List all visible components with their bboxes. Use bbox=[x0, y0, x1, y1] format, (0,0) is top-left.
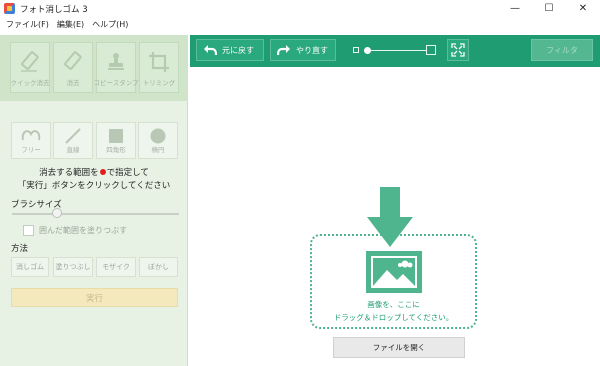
quick-erase-icon bbox=[21, 51, 39, 72]
window-title: フォト消しゴム 3 bbox=[20, 4, 88, 15]
redo-icon bbox=[277, 45, 290, 56]
instruction-text-before: 消去する範囲を bbox=[39, 168, 99, 178]
drop-text-line-1: 画像を、ここに bbox=[367, 300, 420, 309]
filter-button[interactable]: フィルタ bbox=[531, 39, 593, 61]
open-file-button[interactable]: ファイルを開く bbox=[333, 337, 465, 358]
drop-text-line-2: ドラッグ＆ドロップしてください。 bbox=[333, 313, 454, 322]
tool-label-copy-stamp: コピースタンプ bbox=[93, 79, 139, 87]
shape-line-button[interactable]: 直線 bbox=[53, 122, 93, 159]
tool-label-erase: 消去 bbox=[66, 79, 80, 87]
ellipse-icon bbox=[150, 128, 166, 144]
shape-rectangle-button[interactable]: 四角形 bbox=[96, 122, 136, 159]
shape-label-rectangle: 四角形 bbox=[106, 146, 126, 154]
undo-button[interactable]: 元に戻す bbox=[196, 39, 264, 61]
redo-button[interactable]: やり直す bbox=[270, 39, 336, 61]
menu-bar: ファイル(F) 編集(E) ヘルプ(H) bbox=[0, 17, 600, 32]
freehand-icon bbox=[21, 130, 41, 141]
instruction-line-1: 消去する範囲を で指定して bbox=[0, 166, 188, 178]
shape-label-ellipse: 楕円 bbox=[151, 146, 165, 154]
window-controls: — ☐ ✕ bbox=[498, 0, 600, 17]
red-dot-icon bbox=[99, 169, 106, 175]
method-eraser-button[interactable]: 消しゴム bbox=[11, 257, 49, 277]
shape-label-line: 直線 bbox=[66, 146, 80, 154]
eraser-icon bbox=[64, 51, 82, 70]
copy-stamp-button[interactable]: コピースタンプ bbox=[93, 42, 139, 93]
brush-size-slider-thumb[interactable] bbox=[52, 208, 63, 218]
rectangle-icon bbox=[109, 129, 123, 143]
erase-button[interactable]: 消去 bbox=[53, 42, 93, 93]
zoom-in-icon bbox=[426, 45, 436, 55]
shape-label-free: フリー bbox=[21, 146, 41, 154]
shape-free-button[interactable]: フリー bbox=[11, 122, 51, 159]
method-label: 方法 bbox=[11, 244, 29, 254]
line-icon bbox=[65, 128, 81, 144]
tool-label-trimming: トリミング bbox=[142, 79, 176, 87]
method-blur-button[interactable]: ぼかし bbox=[139, 257, 178, 277]
fit-screen-button[interactable] bbox=[447, 39, 469, 61]
fill-enclosed-checkbox[interactable] bbox=[23, 225, 34, 236]
menu-file[interactable]: ファイル(F) bbox=[6, 19, 49, 30]
fill-enclosed-label: 囲んだ範囲を塗りつぶす bbox=[39, 226, 128, 235]
brush-size-slider[interactable] bbox=[12, 213, 179, 215]
instruction-line-2: 「実行」ボタンをクリックしてください bbox=[17, 181, 171, 191]
quick-erase-button[interactable]: クイック消去 bbox=[10, 42, 50, 93]
method-mosaic-button[interactable]: モザイク bbox=[96, 257, 136, 277]
zoom-slider-thumb[interactable] bbox=[364, 47, 371, 54]
toolbar: 元に戻す やり直す フィルタ bbox=[190, 35, 600, 67]
stamp-icon bbox=[108, 53, 124, 70]
instruction-text-after: で指定して bbox=[106, 168, 149, 178]
sidebar: クイック消去 消去 コピースタンプ トリミング フリー 直線 四角形 楕円 消去… bbox=[0, 35, 188, 366]
undo-label: 元に戻す bbox=[222, 45, 254, 55]
image-icon bbox=[366, 251, 422, 293]
tool-palette: クイック消去 消去 コピースタンプ トリミング bbox=[0, 35, 188, 101]
zoom-slider[interactable] bbox=[364, 50, 426, 51]
redo-label: やり直す bbox=[296, 45, 328, 55]
crop-icon bbox=[149, 52, 169, 72]
fit-screen-icon bbox=[451, 43, 465, 57]
undo-icon bbox=[204, 45, 217, 56]
shape-ellipse-button[interactable]: 楕円 bbox=[138, 122, 178, 159]
method-fill-button[interactable]: 塗りつぶし bbox=[53, 257, 93, 277]
tool-label-quick-erase: クイック消去 bbox=[10, 79, 50, 87]
app-icon bbox=[4, 3, 15, 14]
title-bar: フォト消しゴム 3 — ☐ ✕ bbox=[0, 0, 600, 17]
zoom-out-icon bbox=[353, 47, 359, 53]
menu-edit[interactable]: 編集(E) bbox=[57, 19, 84, 30]
maximize-button[interactable]: ☐ bbox=[532, 0, 566, 17]
run-button[interactable]: 実行 bbox=[11, 288, 178, 307]
image-canvas[interactable]: 画像を、ここに ドラッグ＆ドロップしてください。 ファイルを開く bbox=[190, 67, 600, 366]
trimming-button[interactable]: トリミング bbox=[139, 42, 179, 93]
close-button[interactable]: ✕ bbox=[566, 0, 600, 17]
menu-help[interactable]: ヘルプ(H) bbox=[92, 19, 128, 30]
minimize-button[interactable]: — bbox=[498, 0, 532, 17]
